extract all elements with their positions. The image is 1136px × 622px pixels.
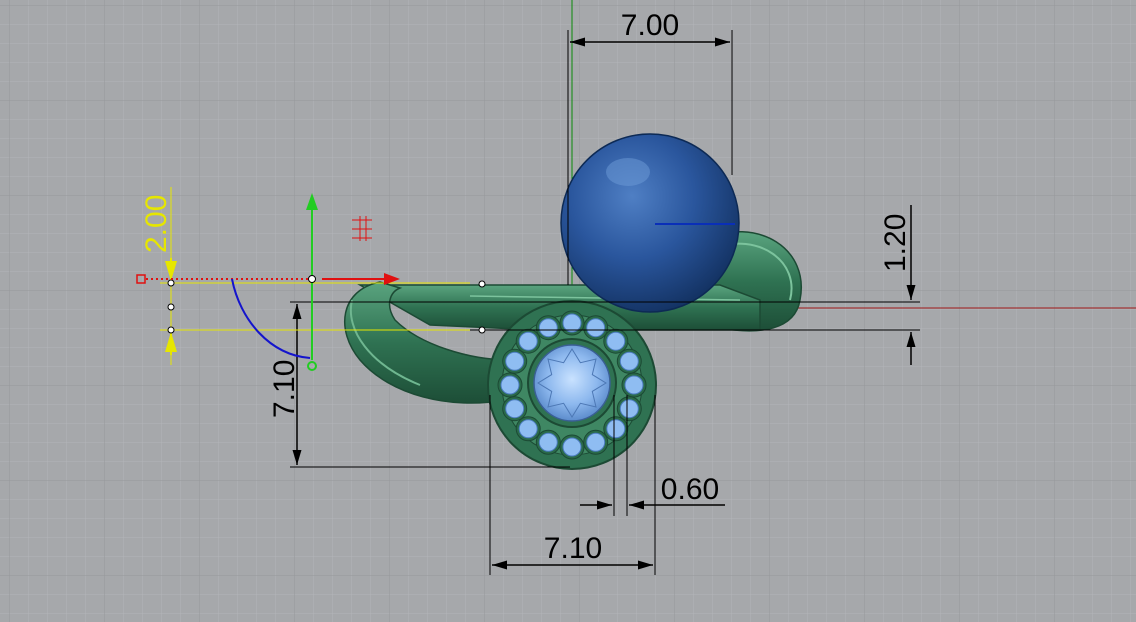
halo-stone[interactable]	[505, 399, 525, 419]
halo-stone[interactable]	[518, 331, 538, 351]
halo-stone[interactable]	[500, 375, 520, 395]
center-stone[interactable]	[533, 344, 611, 422]
dimension-top-width-label: 7.00	[621, 9, 679, 42]
halo-stone[interactable]	[562, 437, 582, 457]
halo-stone[interactable]	[562, 313, 582, 333]
halo-stone[interactable]	[606, 419, 626, 439]
halo-stone[interactable]	[619, 351, 639, 371]
halo-stone[interactable]	[518, 419, 538, 439]
halo-stone[interactable]	[538, 432, 558, 452]
halo-stone[interactable]	[586, 432, 606, 452]
halo-stone[interactable]	[505, 351, 525, 371]
dimension-right-height-label: 1.20	[879, 214, 912, 272]
dimension-bottom-width-label: 7.10	[544, 532, 602, 565]
halo-stone[interactable]	[606, 331, 626, 351]
halo-stone[interactable]	[586, 318, 606, 338]
halo-stone[interactable]	[619, 399, 639, 419]
pearl[interactable]	[560, 133, 740, 313]
halo-setting[interactable]	[487, 300, 657, 470]
gumball-height-label: 2.00	[140, 195, 173, 253]
halo-stone[interactable]	[538, 318, 558, 338]
viewport-canvas[interactable]: 7.00 1.20 7.10 7.10 0.60 2.00	[0, 0, 1136, 622]
dimension-bottom-small-label: 0.60	[661, 473, 719, 506]
dimension-left-height-label: 7.10	[268, 360, 301, 418]
halo-stone[interactable]	[624, 375, 644, 395]
rhino-viewport[interactable]: 7.00 1.20 7.10 7.10 0.60 2.00	[0, 0, 1136, 622]
